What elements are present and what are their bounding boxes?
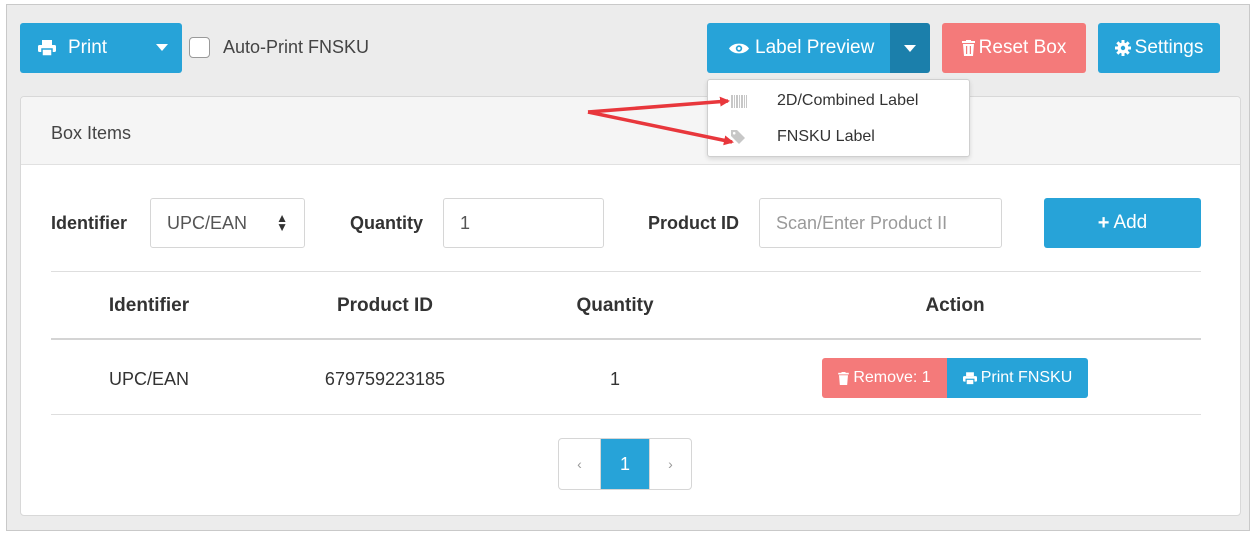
quantity-input[interactable]: 1	[443, 198, 604, 248]
column-header-action: Action	[925, 295, 985, 316]
product-id-label: Product ID	[648, 213, 740, 233]
column-header-quantity: Quantity	[576, 295, 654, 316]
column-header-identifier: Identifier	[108, 295, 190, 316]
eye-icon	[729, 42, 749, 55]
divider	[51, 271, 1201, 272]
menu-item-label: 2D/Combined Label	[777, 92, 919, 109]
add-button-label: Add	[1113, 212, 1148, 233]
print-button-label: Print	[68, 37, 108, 58]
product-id-placeholder: Scan/Enter Product II	[776, 212, 948, 233]
box-items-panel: Box Items Identifier UPC/EAN ▲ ▼ Quantity…	[20, 96, 1241, 516]
print-button[interactable]: Print	[20, 23, 182, 73]
panel-title: Box Items	[51, 123, 132, 143]
cell-product-id: 679759223185	[324, 369, 446, 389]
label-preview-menu: 2D/Combined Label FNSKU Label	[707, 79, 970, 157]
menu-item-2d-combined-label[interactable]: 2D/Combined Label	[708, 83, 969, 119]
label-preview-dropdown-toggle[interactable]	[890, 23, 930, 73]
remove-button[interactable]: Remove: 1	[822, 358, 947, 398]
identifier-select[interactable]: UPC/EAN ▲ ▼	[150, 198, 305, 248]
header-divider	[51, 338, 1201, 340]
auto-print-label: Auto-Print FNSKU	[223, 37, 370, 57]
quantity-label: Quantity	[350, 213, 424, 233]
reset-box-button[interactable]: Reset Box	[942, 23, 1086, 73]
print-fnsku-button[interactable]: Print FNSKU	[947, 358, 1088, 398]
sort-arrows-icon: ▲ ▼	[276, 211, 288, 234]
label-preview-label: Label Preview	[755, 37, 875, 58]
trash-icon	[961, 40, 975, 56]
reset-box-label: Reset Box	[978, 37, 1067, 58]
remove-button-label: Remove: 1	[853, 369, 931, 386]
pagination-prev[interactable]: ‹	[559, 439, 601, 489]
gear-icon	[1114, 40, 1131, 56]
trash-icon	[838, 371, 850, 385]
cell-quantity: 1	[609, 369, 621, 389]
printer-icon	[962, 371, 977, 385]
add-button[interactable]: + Add	[1044, 198, 1201, 248]
chevron-down-icon[interactable]	[156, 44, 168, 51]
panel-header: Box Items	[21, 97, 1240, 165]
quantity-input-value: 1	[460, 212, 471, 233]
identifier-select-value: UPC/EAN	[167, 212, 248, 233]
auto-print-checkbox[interactable]	[189, 37, 210, 58]
auto-print-option[interactable]: Auto-Print FNSKU	[189, 37, 369, 58]
product-id-input[interactable]: Scan/Enter Product II	[759, 198, 1002, 248]
menu-item-fnsku-label[interactable]: FNSKU Label	[708, 119, 969, 155]
print-fnsku-label: Print FNSKU	[980, 369, 1073, 386]
plus-icon: +	[1097, 211, 1110, 234]
menu-item-label: FNSKU Label	[777, 128, 875, 145]
barcode-icon	[731, 94, 747, 108]
pagination-page-current[interactable]: 1	[601, 439, 649, 489]
tag-icon	[731, 130, 745, 144]
row-divider	[51, 414, 1201, 415]
settings-button[interactable]: Settings	[1098, 23, 1220, 73]
pagination: ‹ 1 ›	[558, 438, 692, 490]
settings-label: Settings	[1134, 37, 1204, 58]
pagination-next[interactable]: ›	[649, 439, 691, 489]
printer-icon	[38, 40, 56, 56]
identifier-label: Identifier	[51, 213, 128, 233]
cell-identifier: UPC/EAN	[108, 369, 190, 389]
label-preview-button[interactable]: Label Preview	[707, 23, 890, 73]
column-header-product-id: Product ID	[336, 295, 434, 316]
